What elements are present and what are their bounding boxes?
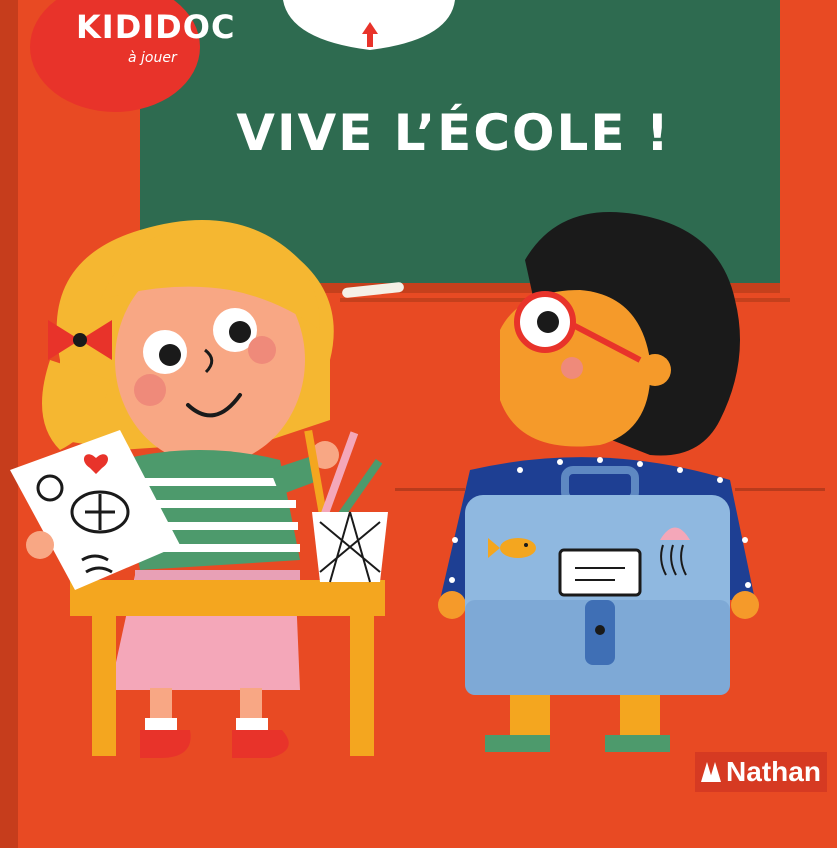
school-bag[interactable]	[465, 466, 730, 695]
book-title: VIVE L’ÉCOLE !	[236, 104, 671, 162]
series-top-text: mes	[88, 0, 122, 3]
series-brand-text: KIDIDOC	[76, 8, 236, 46]
series-sub-text: à jouer	[128, 50, 177, 66]
publisher-name: Nathan	[726, 756, 821, 787]
book-cover: mes KIDIDOC à jouer VIVE L’ÉCOLE ! Natha…	[0, 0, 837, 848]
publisher-mark-icon	[701, 762, 722, 782]
publisher-logo: Nathan	[695, 752, 827, 792]
